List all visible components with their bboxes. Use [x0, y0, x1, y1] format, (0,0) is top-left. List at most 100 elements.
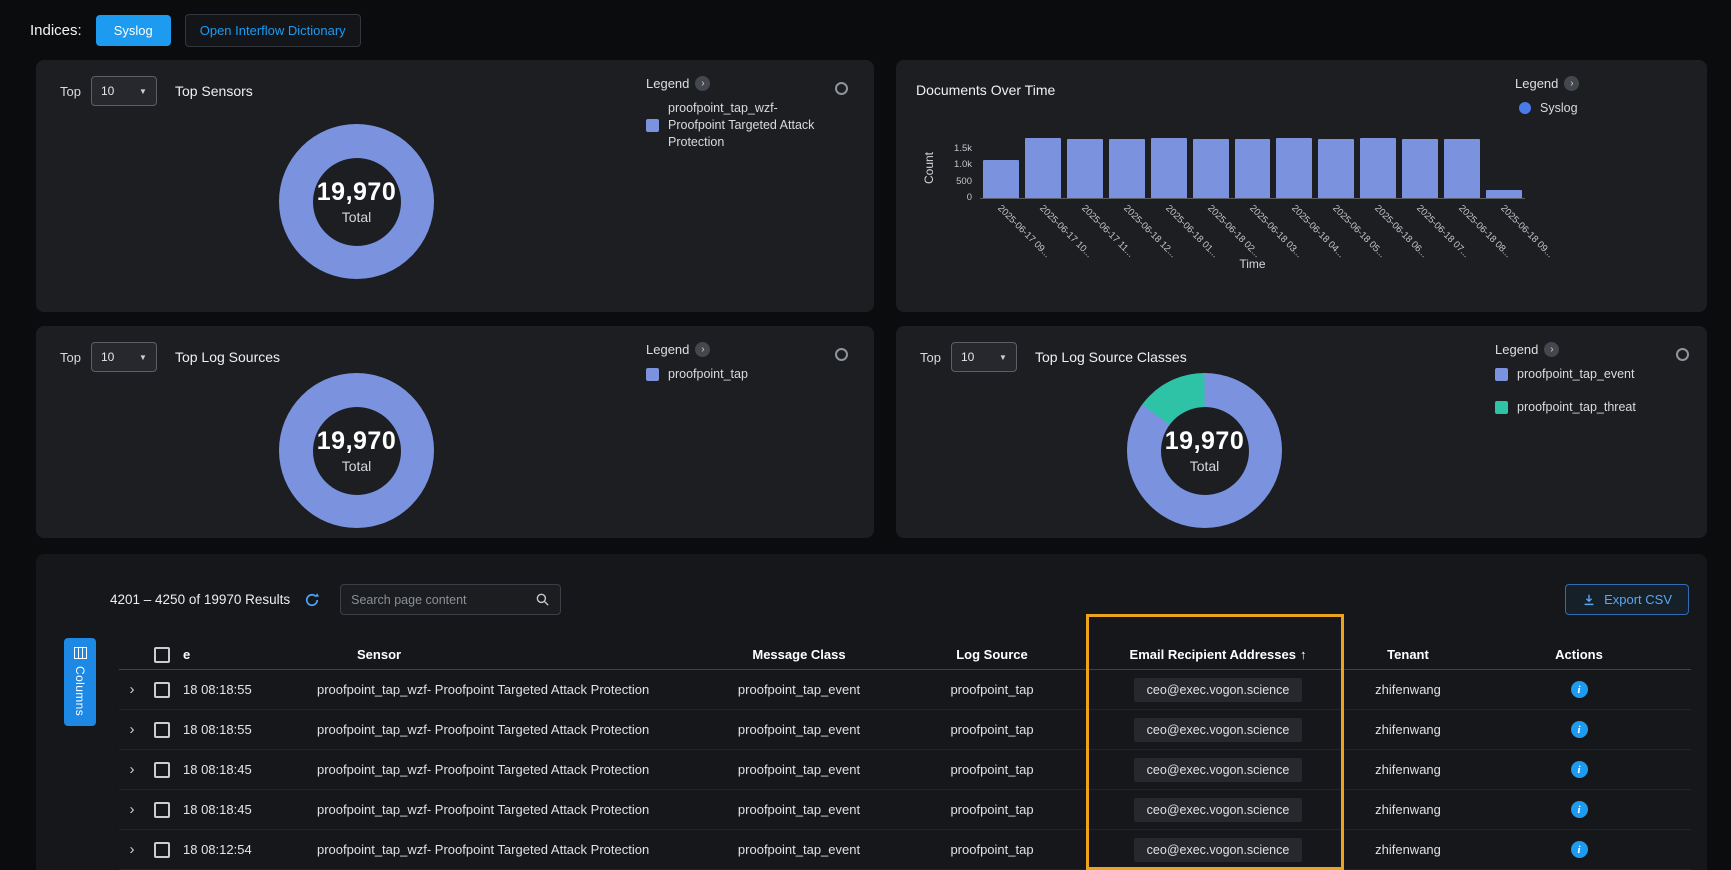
cell-log-source: proofpoint_tap	[897, 762, 1087, 777]
x-axis-labels: 2025-06-17 09...2025-06-17 10...2025-06-…	[980, 199, 1525, 265]
row-expand-chevron[interactable]: ›	[119, 721, 145, 738]
cell-tenant: zhifenwang	[1349, 762, 1467, 777]
legend-item[interactable]: proofpoint_tap_event	[1495, 366, 1677, 383]
top-count-value: 10	[101, 84, 114, 98]
bar	[1193, 139, 1229, 198]
donut-chart[interactable]: 19,970 Total	[279, 373, 434, 528]
column-header-date[interactable]: e	[179, 647, 311, 662]
cell-message-class: proofpoint_tap_event	[701, 722, 897, 737]
select-all-checkbox[interactable]	[154, 647, 170, 663]
column-header-email[interactable]: Email Recipient Addresses ↑	[1087, 647, 1349, 662]
donut-chart[interactable]: 19,970 Total	[279, 124, 434, 279]
y-tick-label: 500	[956, 176, 972, 187]
open-interflow-dictionary-button[interactable]: Open Interflow Dictionary	[185, 14, 361, 47]
search-icon[interactable]	[535, 592, 550, 607]
cell-log-source: proofpoint_tap	[897, 722, 1087, 737]
column-header-actions[interactable]: Actions	[1467, 647, 1691, 662]
bar	[1025, 138, 1061, 198]
cell-tenant: zhifenwang	[1349, 682, 1467, 697]
info-icon[interactable]: i	[1571, 841, 1588, 858]
column-header-sensor[interactable]: Sensor	[311, 647, 701, 662]
search-input[interactable]	[351, 593, 535, 607]
indices-label: Indices:	[30, 22, 82, 39]
legend-dot	[1519, 102, 1531, 114]
top-count-select[interactable]: 10 ▼	[91, 342, 157, 372]
info-icon[interactable]: i	[1571, 761, 1588, 778]
results-table-section: 4201 – 4250 of 19970 Results	[36, 554, 1707, 870]
column-header-message-class[interactable]: Message Class	[701, 647, 897, 662]
row-expand-chevron[interactable]: ›	[119, 681, 145, 698]
y-tick-label: 1.5k	[954, 143, 972, 154]
legend: Legend › proofpoint_tap	[646, 342, 818, 399]
top-count-select[interactable]: 10 ▼	[91, 76, 157, 106]
legend-item[interactable]: proofpoint_tap_threat	[1495, 399, 1677, 416]
legend-item[interactable]: Syslog	[1519, 100, 1625, 117]
download-icon	[1582, 593, 1596, 607]
info-icon[interactable]: i	[1571, 721, 1588, 738]
legend-expand-icon[interactable]: ›	[695, 76, 710, 91]
cell-timestamp: 18 08:18:55	[179, 682, 311, 697]
top-label: Top	[60, 84, 81, 99]
cell-sensor: proofpoint_tap_wzf- Proofpoint Targeted …	[311, 802, 701, 817]
bar-group	[980, 137, 1525, 199]
y-tick-label: 1.0k	[954, 159, 972, 170]
row-expand-chevron[interactable]: ›	[119, 761, 145, 778]
cell-email: ceo@exec.vogon.science	[1134, 838, 1303, 862]
cell-message-class: proofpoint_tap_event	[701, 682, 897, 697]
donut-chart[interactable]: 19,970 Total	[1127, 373, 1282, 528]
legend-item[interactable]: proofpoint_tap	[646, 366, 818, 383]
legend-expand-icon[interactable]: ›	[1544, 342, 1559, 357]
legend-item-label: proofpoint_tap_threat	[1517, 399, 1636, 416]
legend-label: Legend	[1515, 76, 1558, 91]
legend-radio-button[interactable]	[835, 82, 848, 95]
bar	[983, 160, 1019, 198]
column-header-log-source[interactable]: Log Source	[897, 647, 1087, 662]
bar	[1360, 138, 1396, 198]
row-expand-chevron[interactable]: ›	[119, 841, 145, 858]
panel-title: Top Sensors	[175, 83, 253, 99]
cell-message-class: proofpoint_tap_event	[701, 802, 897, 817]
bar	[1402, 139, 1438, 198]
cell-timestamp: 18 08:12:54	[179, 842, 311, 857]
info-icon[interactable]: i	[1571, 681, 1588, 698]
legend-label: Legend	[646, 342, 689, 357]
cell-timestamp: 18 08:18:55	[179, 722, 311, 737]
refresh-icon[interactable]	[304, 592, 320, 608]
legend-radio-button[interactable]	[1676, 348, 1689, 361]
bar	[1486, 190, 1522, 198]
donut-total-label: Total	[1190, 458, 1220, 474]
donut-total-label: Total	[342, 458, 372, 474]
row-expand-chevron[interactable]: ›	[119, 801, 145, 818]
table-row: › 18 08:18:45 proofpoint_tap_wzf- Proofp…	[119, 790, 1691, 830]
legend-label: Legend	[1495, 342, 1538, 357]
panel-title: Documents Over Time	[916, 82, 1055, 98]
cell-timestamp: 18 08:18:45	[179, 762, 311, 777]
info-icon[interactable]: i	[1571, 801, 1588, 818]
indices-bar: Indices: Syslog Open Interflow Dictionar…	[0, 0, 1731, 48]
top-label: Top	[920, 350, 941, 365]
top-count-value: 10	[961, 350, 974, 364]
columns-button[interactable]: Columns	[64, 638, 96, 726]
row-checkbox[interactable]	[154, 802, 170, 818]
legend-item[interactable]: proofpoint_tap_wzf- Proofpoint Targeted …	[646, 100, 818, 151]
bar-chart: Count 05001.0k1.5k 2025-06-17 09...2025-…	[922, 137, 1525, 271]
column-header-tenant[interactable]: Tenant	[1349, 647, 1467, 662]
row-checkbox[interactable]	[154, 722, 170, 738]
export-csv-button[interactable]: Export CSV	[1565, 584, 1689, 615]
syslog-index-button[interactable]: Syslog	[96, 15, 171, 46]
row-checkbox[interactable]	[154, 842, 170, 858]
bar	[1067, 139, 1103, 198]
legend-expand-icon[interactable]: ›	[695, 342, 710, 357]
top-count-select[interactable]: 10 ▼	[951, 342, 1017, 372]
panel-top-log-sources: Top 10 ▼ Top Log Sources Legend › proofp…	[36, 326, 874, 538]
y-axis-title: Count	[922, 137, 936, 199]
legend-radio-button[interactable]	[835, 348, 848, 361]
cell-email: ceo@exec.vogon.science	[1134, 678, 1303, 702]
legend-expand-icon[interactable]: ›	[1564, 76, 1579, 91]
top-label: Top	[60, 350, 81, 365]
cell-sensor: proofpoint_tap_wzf- Proofpoint Targeted …	[311, 842, 701, 857]
row-checkbox[interactable]	[154, 762, 170, 778]
donut-total-label: Total	[342, 209, 372, 225]
sort-ascending-icon: ↑	[1300, 647, 1307, 662]
row-checkbox[interactable]	[154, 682, 170, 698]
